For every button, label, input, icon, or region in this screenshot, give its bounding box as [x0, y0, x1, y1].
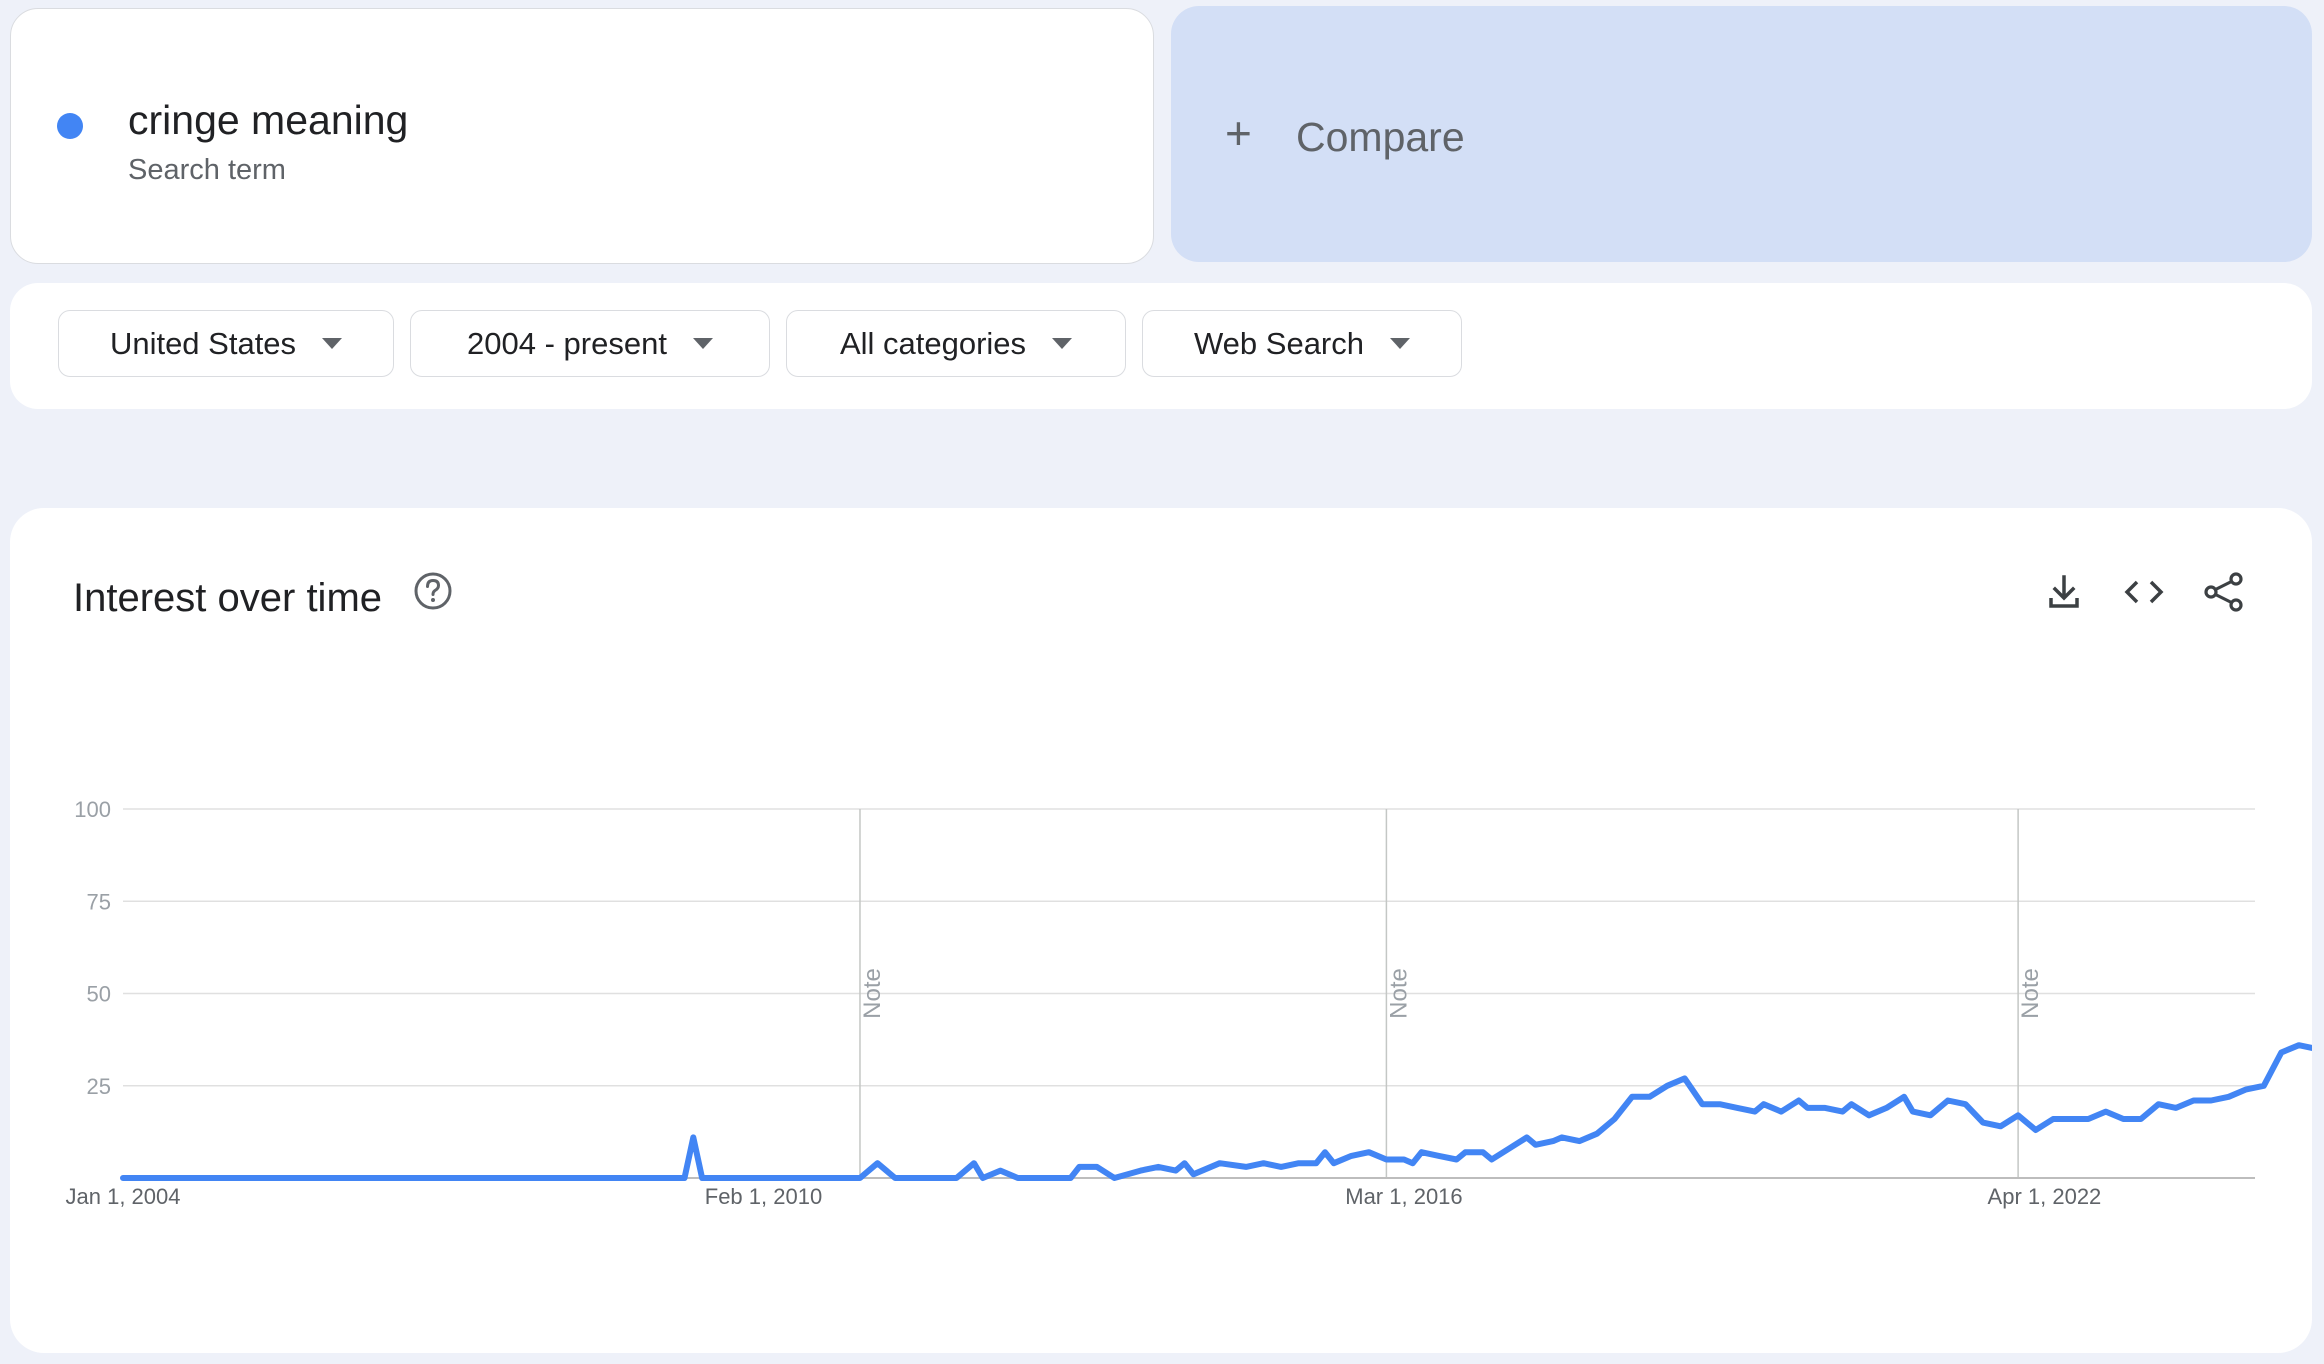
- time-range-dropdown[interactable]: 2004 - present: [410, 310, 770, 377]
- x-tick-label: Apr 1, 2022: [1988, 1184, 2102, 1209]
- dropdown-arrow-icon: [1390, 338, 1410, 349]
- search-term-card[interactable]: cringe meaning Search term: [10, 8, 1154, 264]
- search-term-name[interactable]: cringe meaning: [128, 97, 408, 144]
- y-tick-label: 50: [87, 982, 111, 1007]
- note-label: Note: [859, 968, 886, 1019]
- dropdown-arrow-icon: [1052, 338, 1073, 349]
- y-tick-label: 100: [74, 797, 111, 822]
- interest-over-time-card: Interest over time 25 50 75 100 Note Note Note…: [10, 508, 2312, 1353]
- note-label: Note: [1385, 968, 1412, 1019]
- y-tick-label: 25: [87, 1074, 111, 1099]
- y-tick-label: 75: [87, 889, 111, 914]
- compare-button[interactable]: + Compare: [1171, 6, 2312, 262]
- filter-bar: United States 2004 - present All categor…: [10, 283, 2312, 409]
- search-term-color-dot: [57, 113, 83, 139]
- category-dropdown-label: All categories: [839, 325, 1027, 361]
- category-dropdown[interactable]: All categories: [786, 310, 1126, 377]
- region-dropdown[interactable]: United States: [58, 310, 394, 377]
- plus-icon: +: [1225, 107, 1252, 159]
- note-label: Note: [2017, 968, 2044, 1019]
- time-range-dropdown-label: 2004 - present: [467, 325, 667, 361]
- dropdown-arrow-icon: [692, 338, 713, 349]
- x-tick-label: Jan 1, 2004: [66, 1184, 181, 1209]
- search-term-type: Search term: [128, 154, 286, 186]
- x-tick-label: Mar 1, 2016: [1345, 1184, 1462, 1209]
- x-tick-label: Feb 1, 2010: [705, 1184, 822, 1209]
- compare-label: Compare: [1296, 114, 1465, 160]
- interest-line-chart: 25 50 75 100 Note Note Note Jan 1, 2004 Feb 1, 2…: [66, 797, 2312, 1209]
- search-property-dropdown-label: Web Search: [1193, 325, 1364, 361]
- search-property-dropdown[interactable]: Web Search: [1142, 310, 1462, 377]
- region-dropdown-label: United States: [109, 325, 297, 361]
- dropdown-arrow-icon: [322, 338, 343, 349]
